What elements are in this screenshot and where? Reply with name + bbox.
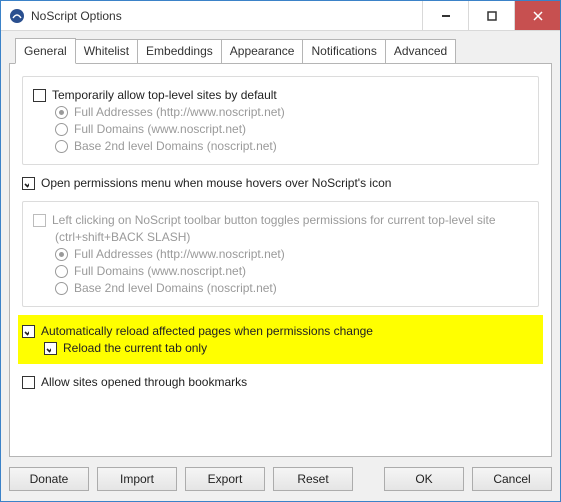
tab-whitelist[interactable]: Whitelist (75, 39, 138, 64)
options-window: NoScript Options General Whitelist Embed… (0, 0, 561, 502)
shortcut-hint: (ctrl+shift+BACK SLASH) (55, 230, 528, 244)
open-perm-label: Open permissions menu when mouse hovers … (41, 176, 391, 190)
full-addresses-b-row: Full Addresses (http://www.noscript.net) (55, 247, 528, 261)
base-domains-row: Base 2nd level Domains (noscript.net) (55, 139, 528, 153)
full-domains-row: Full Domains (www.noscript.net) (55, 122, 528, 136)
export-button[interactable]: Export (185, 467, 265, 491)
base-domains-label: Base 2nd level Domains (noscript.net) (74, 139, 277, 153)
tab-notifications[interactable]: Notifications (302, 39, 385, 64)
checkbox-icon (22, 376, 35, 389)
tab-embeddings[interactable]: Embeddings (137, 39, 222, 64)
radio-icon (55, 248, 68, 261)
allow-bookmarks-label: Allow sites opened through bookmarks (41, 375, 247, 389)
reset-button[interactable]: Reset (273, 467, 353, 491)
tab-appearance[interactable]: Appearance (221, 39, 304, 64)
full-domains-b-label: Full Domains (www.noscript.net) (74, 264, 246, 278)
tab-strip: General Whitelist Embeddings Appearance … (9, 39, 552, 64)
radio-icon (55, 265, 68, 278)
left-click-group: Left clicking on NoScript toolbar button… (22, 201, 539, 307)
cancel-button[interactable]: Cancel (472, 467, 552, 491)
maximize-button[interactable] (468, 1, 514, 30)
temp-allow-label: Temporarily allow top-level sites by def… (52, 88, 277, 102)
radio-icon (55, 140, 68, 153)
checkbox-icon (22, 177, 35, 190)
reload-tab-label: Reload the current tab only (63, 341, 207, 355)
left-click-row: Left clicking on NoScript toolbar button… (33, 213, 528, 227)
full-addresses-row: Full Addresses (http://www.noscript.net) (55, 105, 528, 119)
base-domains-b-row: Base 2nd level Domains (noscript.net) (55, 281, 528, 295)
radio-icon (55, 106, 68, 119)
full-domains-b-row: Full Domains (www.noscript.net) (55, 264, 528, 278)
titlebar: NoScript Options (1, 1, 560, 31)
general-panel: Temporarily allow top-level sites by def… (9, 63, 552, 457)
checkbox-icon (33, 89, 46, 102)
reload-tab-row[interactable]: Reload the current tab only (44, 341, 537, 355)
radio-icon (55, 282, 68, 295)
client-area: General Whitelist Embeddings Appearance … (1, 31, 560, 501)
highlighted-section: Automatically reload affected pages when… (18, 315, 543, 364)
auto-reload-row[interactable]: Automatically reload affected pages when… (22, 324, 537, 338)
base-domains-b-label: Base 2nd level Domains (noscript.net) (74, 281, 277, 295)
temp-allow-row[interactable]: Temporarily allow top-level sites by def… (33, 88, 528, 102)
left-click-label: Left clicking on NoScript toolbar button… (52, 213, 496, 227)
auto-reload-label: Automatically reload affected pages when… (41, 324, 373, 338)
full-addresses-b-label: Full Addresses (http://www.noscript.net) (74, 247, 285, 261)
full-addresses-label: Full Addresses (http://www.noscript.net) (74, 105, 285, 119)
tab-advanced[interactable]: Advanced (385, 39, 456, 64)
noscript-icon (9, 8, 25, 24)
import-button[interactable]: Import (97, 467, 177, 491)
radio-icon (55, 123, 68, 136)
checkbox-icon (44, 342, 57, 355)
open-perm-row[interactable]: Open permissions menu when mouse hovers … (22, 176, 539, 190)
full-domains-label: Full Domains (www.noscript.net) (74, 122, 246, 136)
allow-bookmarks-row[interactable]: Allow sites opened through bookmarks (22, 375, 539, 389)
window-title: NoScript Options (31, 9, 422, 23)
checkbox-icon (22, 325, 35, 338)
button-bar: Donate Import Export Reset OK Cancel (9, 457, 552, 491)
checkbox-icon (33, 214, 46, 227)
donate-button[interactable]: Donate (9, 467, 89, 491)
tab-general[interactable]: General (15, 38, 76, 64)
ok-button[interactable]: OK (384, 467, 464, 491)
temp-allow-group: Temporarily allow top-level sites by def… (22, 76, 539, 165)
close-button[interactable] (514, 1, 560, 30)
minimize-button[interactable] (422, 1, 468, 30)
titlebar-buttons (422, 1, 560, 30)
spacer (361, 467, 376, 491)
